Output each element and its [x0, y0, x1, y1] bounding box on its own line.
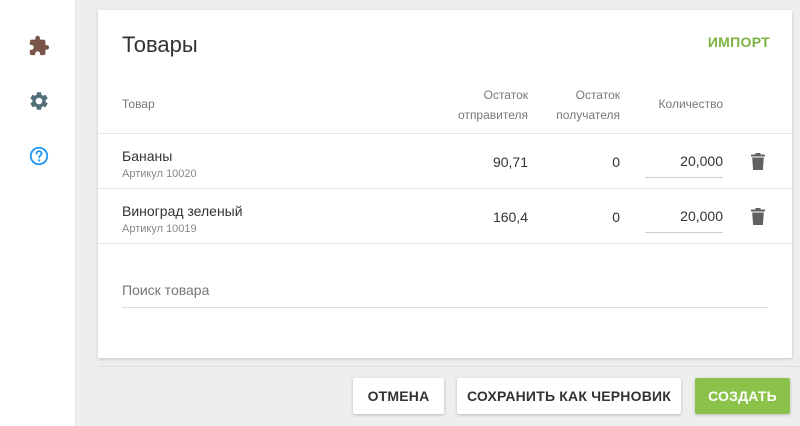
- column-header-sender-stock-line2: отправителя: [458, 108, 528, 122]
- row-divider: [98, 243, 792, 244]
- gear-icon[interactable]: [27, 89, 51, 113]
- product-search-input[interactable]: [122, 272, 768, 308]
- card-title: Товары: [122, 32, 198, 57]
- save-draft-button[interactable]: СОХРАНИТЬ КАК ЧЕРНОВИК: [457, 378, 681, 414]
- import-button[interactable]: ИМПОРТ: [708, 34, 770, 50]
- products-card: Товары ИМПОРТ Товар Остаток отправителя …: [98, 10, 792, 358]
- column-header-receiver-stock-line2: получателя: [556, 108, 620, 122]
- sender-stock-value: 160,4: [492, 209, 528, 225]
- table-row: Бананы Артикул 10020 90,71 0: [98, 134, 792, 189]
- column-header-product: Товар: [122, 97, 155, 111]
- product-name: Бананы: [122, 148, 173, 164]
- column-header-quantity: Количество: [658, 97, 723, 111]
- receiver-stock-value: 0: [612, 154, 620, 170]
- product-name: Виноград зеленый: [122, 203, 243, 219]
- trash-icon[interactable]: [751, 208, 765, 225]
- puzzle-icon[interactable]: [27, 34, 51, 58]
- sender-stock-value: 90,71: [492, 154, 528, 170]
- sidebar: [0, 0, 76, 426]
- column-header-receiver-stock-line1: Остаток: [575, 88, 620, 102]
- quantity-input[interactable]: [645, 199, 723, 233]
- quantity-input[interactable]: [645, 144, 723, 178]
- column-header-sender-stock-line1: Остаток: [483, 88, 528, 102]
- cancel-button[interactable]: ОТМЕНА: [353, 378, 444, 414]
- product-sku: Артикул 10019: [122, 223, 197, 235]
- column-header-receiver-stock: Остаток получателя: [556, 85, 620, 125]
- help-circle-icon[interactable]: [27, 144, 51, 168]
- column-header-sender-stock: Остаток отправителя: [458, 85, 528, 125]
- create-button[interactable]: СОЗДАТЬ: [695, 378, 790, 414]
- table-row: Виноград зеленый Артикул 10019 160,4 0: [98, 189, 792, 244]
- footer-divider: [98, 366, 800, 367]
- trash-icon[interactable]: [751, 153, 765, 170]
- product-sku: Артикул 10020: [122, 168, 197, 180]
- receiver-stock-value: 0: [612, 209, 620, 225]
